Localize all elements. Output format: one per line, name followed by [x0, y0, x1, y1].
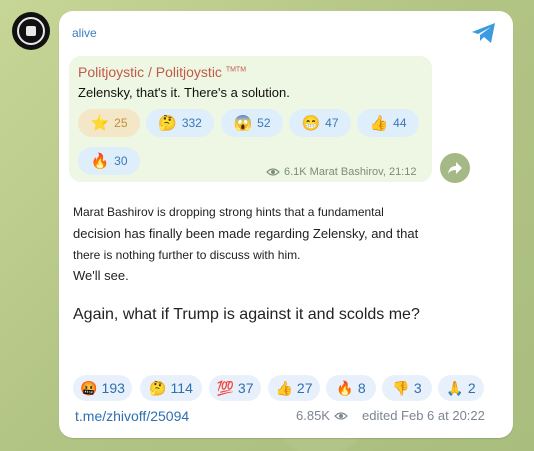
reaction-pray[interactable]: 🙏 2 [438, 375, 484, 401]
post-link[interactable]: t.me/zhivoff/25094 [75, 408, 189, 424]
reaction-count: 27 [296, 380, 313, 396]
post-line-1: Marat Bashirov is dropping strong hints … [73, 205, 384, 219]
reaction-count: 114 [170, 380, 193, 396]
forwarded-source-mark: TMTM [225, 66, 247, 74]
reaction-thumbsup[interactable]: 👍 27 [268, 375, 320, 401]
reaction-count: 25 [114, 116, 128, 130]
reaction-count: 3 [413, 380, 422, 396]
fire-icon: 🔥 [336, 380, 354, 396]
thumbs-up-icon: 👍 [275, 380, 293, 396]
eye-icon [266, 168, 280, 176]
reaction-hundred[interactable]: 💯 37 [209, 375, 261, 401]
telegram-icon[interactable] [470, 20, 498, 46]
hundred-points-icon: 💯 [216, 380, 234, 396]
angry-face-icon: 🤬 [80, 380, 98, 396]
reaction-count: 37 [237, 380, 254, 396]
channel-avatar[interactable] [12, 12, 50, 50]
thinking-face-icon: 🤔 [158, 114, 177, 132]
screaming-face-icon: 😱 [233, 114, 253, 132]
channel-name[interactable]: alive [72, 26, 97, 40]
view-count: 6.85K [296, 408, 348, 423]
grinning-face-icon: 😁 [301, 114, 321, 132]
edited-timestamp: edited Feb 6 at 20:22 [362, 408, 485, 423]
fire-icon: 🔥 [90, 152, 110, 170]
avatar-emblem-icon [17, 17, 45, 45]
post-line-2: decision has finally been made regarding… [73, 226, 419, 241]
forwarded-reaction-fire[interactable]: 🔥 30 [78, 147, 140, 175]
reaction-count: 47 [325, 116, 339, 130]
reaction-count: 30 [114, 154, 128, 168]
forwarded-meta: 6.1K Marat Bashirov, 21:12 [266, 166, 416, 178]
reaction-count: 332 [181, 116, 202, 130]
reaction-thumbsdown[interactable]: 👎 3 [382, 375, 432, 401]
reaction-count: 2 [467, 380, 476, 396]
view-count-text: 6.85K [296, 408, 330, 423]
thinking-face-icon: 🤔 [149, 380, 167, 396]
star-icon: ⭐ [90, 114, 110, 132]
reaction-count: 52 [257, 116, 271, 130]
forwarded-meta-text: 6.1K Marat Bashirov, 21:12 [284, 166, 417, 178]
eye-icon [334, 411, 348, 420]
reaction-count: 44 [393, 116, 407, 130]
forwarded-source-title[interactable]: Politjoystic / Politjoystic TMTM [78, 64, 246, 80]
post-line-3: there is nothing further to discuss with… [73, 248, 301, 262]
reaction-count: 193 [101, 380, 125, 396]
reaction-fire[interactable]: 🔥 8 [326, 375, 376, 401]
post-question: Again, what if Trump is against it and s… [73, 306, 420, 323]
share-arrow-icon [448, 162, 462, 174]
thumbs-down-icon: 👎 [392, 380, 410, 396]
reaction-thinking[interactable]: 🤔 114 [140, 375, 202, 401]
forwarded-source-name: Politjoystic / Politjoystic [78, 64, 222, 80]
reaction-count: 8 [357, 380, 366, 396]
forwarded-reaction-star[interactable]: ⭐ 25 [78, 109, 140, 137]
forwarded-reaction-thumbsup[interactable]: 👍 44 [357, 109, 419, 137]
forwarded-reaction-scream[interactable]: 😱 52 [221, 109, 283, 137]
share-button[interactable] [440, 153, 470, 183]
forwarded-reaction-thinking[interactable]: 🤔 332 [146, 109, 214, 137]
thumbs-up-icon: 👍 [369, 114, 389, 132]
forwarded-text: Zelensky, that's it. There's a solution. [78, 85, 290, 100]
reaction-angry[interactable]: 🤬 193 [73, 375, 132, 401]
post-line-4: We'll see. [73, 268, 129, 283]
folded-hands-icon: 🙏 [446, 380, 464, 396]
forwarded-reaction-grin[interactable]: 😁 47 [289, 109, 351, 137]
